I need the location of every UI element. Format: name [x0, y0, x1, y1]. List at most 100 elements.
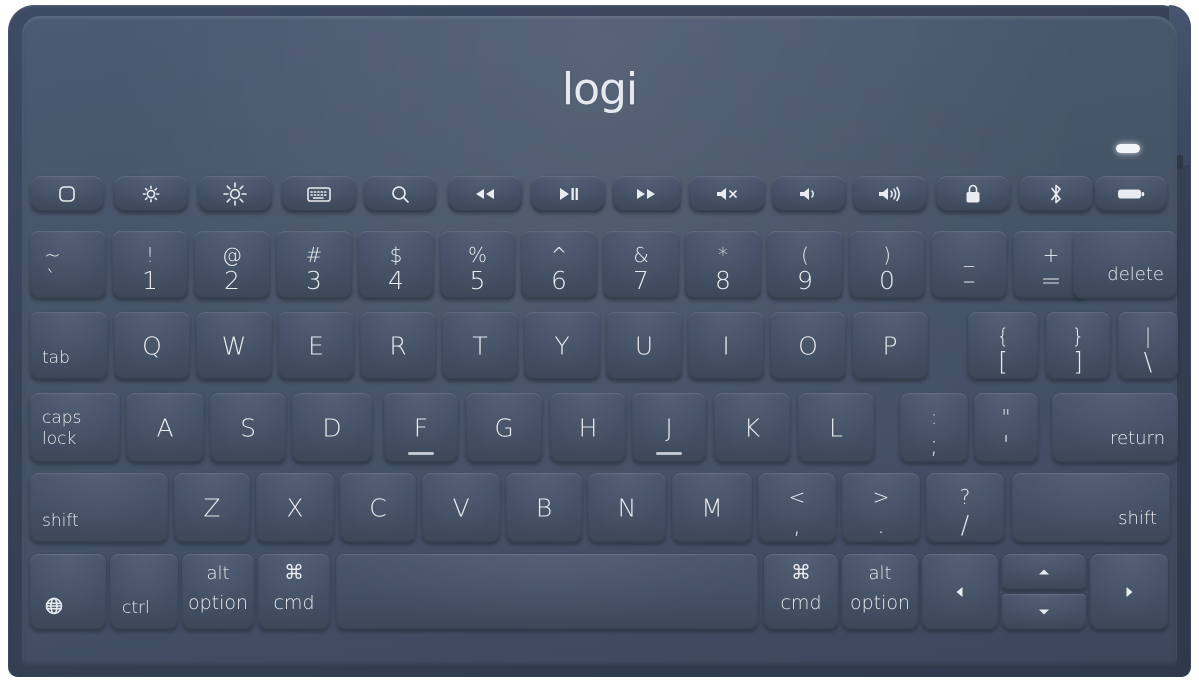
key-sublabel-minus: _ [964, 242, 974, 267]
key-3[interactable]: #3 [276, 231, 352, 299]
key-label-b: B [535, 493, 553, 523]
key-m[interactable]: M [672, 473, 752, 543]
key-u[interactable]: U [606, 312, 682, 380]
key-b[interactable]: B [506, 473, 582, 543]
key-z[interactable]: Z [174, 473, 250, 543]
key-keyboard-backlight[interactable] [282, 176, 356, 212]
key-bracket-right[interactable]: }] [1046, 312, 1110, 380]
key-cmd-right[interactable]: ⌘ cmd [764, 554, 838, 630]
key-home[interactable] [30, 176, 104, 212]
key-e[interactable]: E [278, 312, 354, 380]
key-return[interactable]: return [1052, 393, 1178, 463]
key-search[interactable] [364, 176, 436, 212]
key-sublabel-0: ) [883, 242, 891, 267]
key-label-j: J [665, 413, 673, 443]
key-5[interactable]: % 5 [440, 231, 515, 299]
key-globe[interactable] [30, 554, 106, 630]
key-comma[interactable]: <, [758, 473, 836, 543]
key-9[interactable]: (9 [767, 231, 843, 299]
keyboard-device: logi ~ `! 1 @2 #3 $4% 5 ^ 6 & 7 * 8(9) 0 _ – + = delete tab… [0, 0, 1199, 680]
key-o[interactable]: O [770, 312, 846, 380]
key-mute[interactable] [689, 176, 765, 212]
key-alt-option-left[interactable]: alt option [182, 554, 254, 630]
key-arrow-down[interactable] [1002, 594, 1086, 630]
key-sublabel-7: & [633, 242, 649, 267]
key-next-track[interactable] [613, 176, 681, 212]
key-n[interactable]: N [588, 473, 666, 543]
key-volume-up[interactable] [853, 176, 927, 212]
key-sublabel-backslash: | [1144, 323, 1152, 348]
key-label-4: 4 [388, 266, 404, 296]
key-bluetooth[interactable] [1019, 176, 1093, 212]
key-sublabel-comma: < [788, 485, 806, 509]
key-j[interactable]: J [632, 393, 706, 463]
key-label-w: W [221, 331, 247, 361]
key-space[interactable] [336, 554, 758, 630]
key-bracket-left[interactable]: {[ [968, 312, 1038, 380]
key-h[interactable]: H [550, 393, 626, 463]
rewind-icon [448, 185, 522, 203]
key-4[interactable]: $4 [358, 231, 434, 299]
key-backquote[interactable]: ~ ` [30, 231, 106, 299]
key-backslash[interactable]: | \ [1118, 312, 1178, 380]
key-r[interactable]: R [360, 312, 436, 380]
key-arrow-up[interactable] [1002, 554, 1086, 590]
volume-down-icon [772, 184, 846, 204]
key-play-pause[interactable] [531, 176, 605, 212]
key-f[interactable]: F [384, 393, 458, 463]
key-g[interactable]: G [466, 393, 542, 463]
key-6[interactable]: ^ 6 [521, 231, 597, 299]
key-k[interactable]: K [714, 393, 790, 463]
key-7[interactable]: & 7 [603, 231, 679, 299]
key-brightness-down[interactable] [114, 176, 188, 212]
key-x[interactable]: X [256, 473, 334, 543]
key-i[interactable]: I [688, 312, 764, 380]
key-volume-down[interactable] [772, 176, 846, 212]
key-slash[interactable]: ? / [926, 473, 1004, 543]
key-label-i: I [722, 331, 730, 361]
key-c[interactable]: C [340, 473, 416, 543]
key-v[interactable]: V [422, 473, 500, 543]
key-lock[interactable] [936, 176, 1010, 212]
key-0[interactable]: ) 0 [849, 231, 925, 299]
key-label-backquote: ` [46, 266, 56, 291]
key-sublabel-alt-option-right: alt [868, 562, 892, 584]
key-8[interactable]: * 8 [685, 231, 761, 299]
key-label-v: V [452, 493, 470, 523]
key-s[interactable]: S [210, 393, 286, 463]
key-shift-left[interactable]: shift [30, 473, 168, 543]
key-semicolon[interactable]: :; [900, 393, 968, 463]
lock-icon [936, 182, 1010, 206]
key-ctrl[interactable]: ctrl [110, 554, 178, 630]
key-previous-track[interactable] [448, 176, 522, 212]
key-1[interactable]: ! 1 [112, 231, 188, 299]
key-label-e: E [308, 331, 324, 361]
key-minus[interactable]: _ – [931, 231, 1007, 299]
key-arrow-right[interactable] [1090, 554, 1168, 630]
key-d[interactable]: D [292, 393, 372, 463]
key-battery[interactable] [1095, 176, 1167, 212]
key-quote[interactable]: " ' [974, 393, 1038, 463]
key-p[interactable]: P [852, 312, 928, 380]
key-y[interactable]: Y [524, 312, 600, 380]
key-period[interactable]: >. [842, 473, 920, 543]
key-l[interactable]: L [798, 393, 874, 463]
key-t[interactable]: T [442, 312, 518, 380]
key-sublabel-2: @ [222, 242, 242, 267]
key-w[interactable]: W [196, 312, 272, 380]
key-q[interactable]: Q [114, 312, 190, 380]
key-sublabel-6: ^ [550, 242, 568, 267]
key-label-9: 9 [797, 266, 813, 296]
key-arrow-left[interactable] [922, 554, 998, 630]
key-alt-option-right[interactable]: alt option [842, 554, 918, 630]
key-2[interactable]: @2 [194, 231, 270, 299]
key-sublabel-cmd-left: ⌘ [284, 559, 304, 584]
key-tab[interactable]: tab [30, 312, 108, 380]
key-caps-lock[interactable]: caps lock [30, 393, 120, 463]
key-label-0: 0 [879, 266, 895, 296]
key-delete[interactable]: delete [1073, 231, 1177, 299]
key-brightness-up[interactable] [198, 176, 272, 212]
key-cmd-left[interactable]: ⌘ cmd [258, 554, 330, 630]
key-shift-right[interactable]: shift [1012, 473, 1170, 543]
key-a[interactable]: A [126, 393, 204, 463]
